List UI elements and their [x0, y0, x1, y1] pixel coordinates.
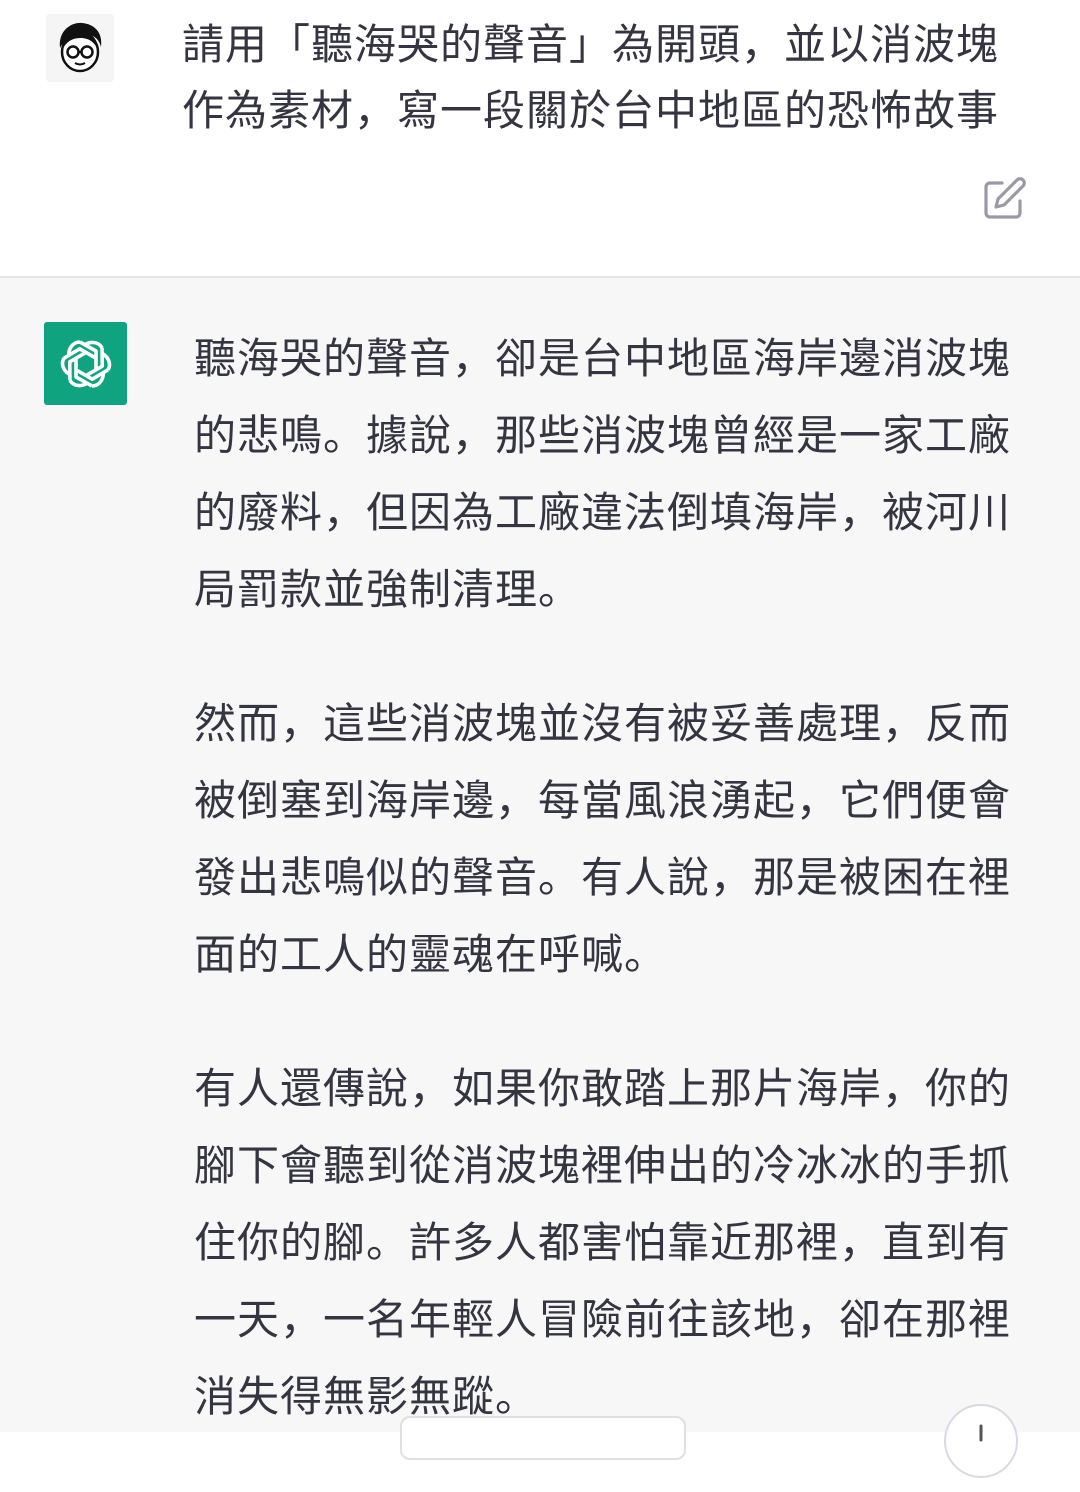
- assistant-line: 面的工人的靈魂在呼喊。: [194, 930, 668, 979]
- assistant-line: 有人還傳說，如果你敢踏上那片海岸，你的: [194, 1064, 1012, 1113]
- user-message: 請用「聽海哭的聲音」為開頭，並以消波塊 作為素材，寫一段關於台中地區的恐怖故事: [0, 0, 1080, 278]
- assistant-line: 的廢料，但因為工廠違法倒填海岸，被河川: [194, 488, 1012, 537]
- assistant-message-text: 聽海哭的聲音，卻是台中地區海岸邊消波塊 的悲鳴。據說，那些消波塊曾經是一家工廠 …: [194, 320, 1034, 1492]
- user-avatar-icon: [46, 14, 114, 82]
- assistant-line: 腳下會聽到從消波塊裡伸出的冷冰冰的手抓: [194, 1141, 1012, 1190]
- assistant-paragraph-1: 聽海哭的聲音，卻是台中地區海岸邊消波塊 的悲鳴。據說，那些消波塊曾經是一家工廠 …: [194, 320, 1034, 628]
- assistant-line: 住你的腳。許多人都害怕靠近那裡，直到有: [194, 1218, 1012, 1267]
- assistant-line: 的悲鳴。據說，那些消波塊曾經是一家工廠: [194, 411, 1012, 460]
- user-message-line: 請用「聽海哭的聲音」為開頭，並以消波塊: [182, 20, 1000, 69]
- regenerate-button[interactable]: [400, 1416, 686, 1460]
- assistant-line: 發出悲鳴似的聲音。有人說，那是被困在裡: [194, 853, 1012, 902]
- user-message-line: 作為素材，寫一段關於台中地區的恐怖故事: [182, 86, 1000, 135]
- assistant-line: 被倒塞到海岸邊，每當風浪湧起，它們便會: [194, 776, 1012, 825]
- openai-logo-icon: [44, 322, 127, 405]
- scroll-down-icon: [979, 1424, 983, 1442]
- assistant-line: 局罰款並強制清理。: [194, 565, 582, 614]
- assistant-line: 聽海哭的聲音，卻是台中地區海岸邊消波塊: [194, 334, 1012, 383]
- assistant-line: 然而，這些消波塊並沒有被妥善處理，反而: [194, 699, 1012, 748]
- assistant-line: 一天，一名年輕人冒險前往該地，卻在那裡: [194, 1295, 1012, 1344]
- edit-icon[interactable]: [980, 175, 1028, 223]
- assistant-paragraph-3: 有人還傳說，如果你敢踏上那片海岸，你的 腳下會聽到從消波塊裡伸出的冷冰冰的手抓 …: [194, 1050, 1034, 1435]
- assistant-message: 聽海哭的聲音，卻是台中地區海岸邊消波塊 的悲鳴。據說，那些消波塊曾經是一家工廠 …: [0, 278, 1080, 1432]
- assistant-paragraph-2: 然而，這些消波塊並沒有被妥善處理，反而 被倒塞到海岸邊，每當風浪湧起，它們便會 …: [194, 685, 1034, 993]
- user-message-text: 請用「聽海哭的聲音」為開頭，並以消波塊 作為素材，寫一段關於台中地區的恐怖故事: [182, 12, 1032, 144]
- scroll-down-button[interactable]: [944, 1404, 1018, 1478]
